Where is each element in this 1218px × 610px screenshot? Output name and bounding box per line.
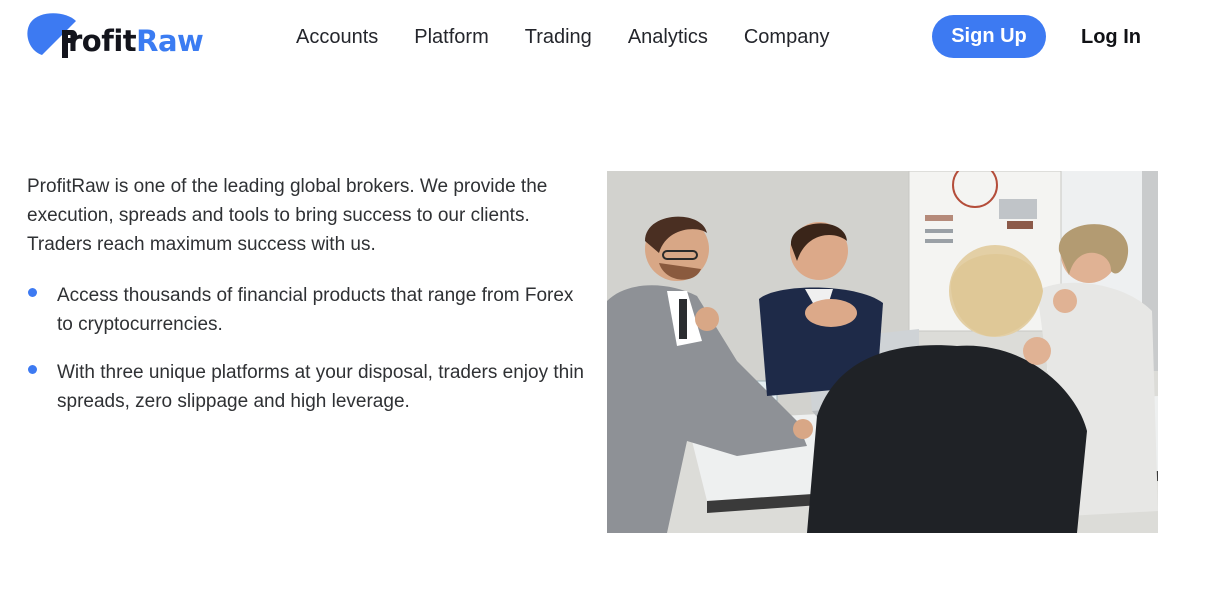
nav-item-accounts[interactable]: Accounts xyxy=(296,24,378,50)
business-meeting-photo xyxy=(607,171,1158,533)
nav-item-company[interactable]: Company xyxy=(744,24,830,50)
sign-up-button[interactable]: Sign Up xyxy=(932,15,1046,58)
list-item: Access thousands of financial products t… xyxy=(27,281,587,339)
list-item-text: Access thousands of financial products t… xyxy=(57,285,574,335)
nav-item-platform[interactable]: Platform xyxy=(414,24,488,50)
nav-item-analytics[interactable]: Analytics xyxy=(628,24,708,50)
log-in-link[interactable]: Log In xyxy=(1081,24,1141,50)
meeting-illustration xyxy=(607,171,1158,533)
main-nav: Accounts Platform Trading Analytics Comp… xyxy=(296,24,865,50)
list-item-text: With three unique platforms at your disp… xyxy=(57,362,584,412)
intro-paragraph: ProfitRaw is one of the leading global b… xyxy=(27,176,548,255)
brand-name: rofitRaw xyxy=(68,24,204,58)
bullet-dot-icon xyxy=(28,365,37,374)
page: rofitRaw Accounts Platform Trading Analy… xyxy=(0,0,1218,610)
feature-list: Access thousands of financial products t… xyxy=(27,281,587,435)
brand-logo[interactable]: rofitRaw xyxy=(26,12,204,64)
nav-item-trading[interactable]: Trading xyxy=(525,24,592,50)
bullet-dot-icon xyxy=(28,288,37,297)
list-item: With three unique platforms at your disp… xyxy=(27,358,587,416)
